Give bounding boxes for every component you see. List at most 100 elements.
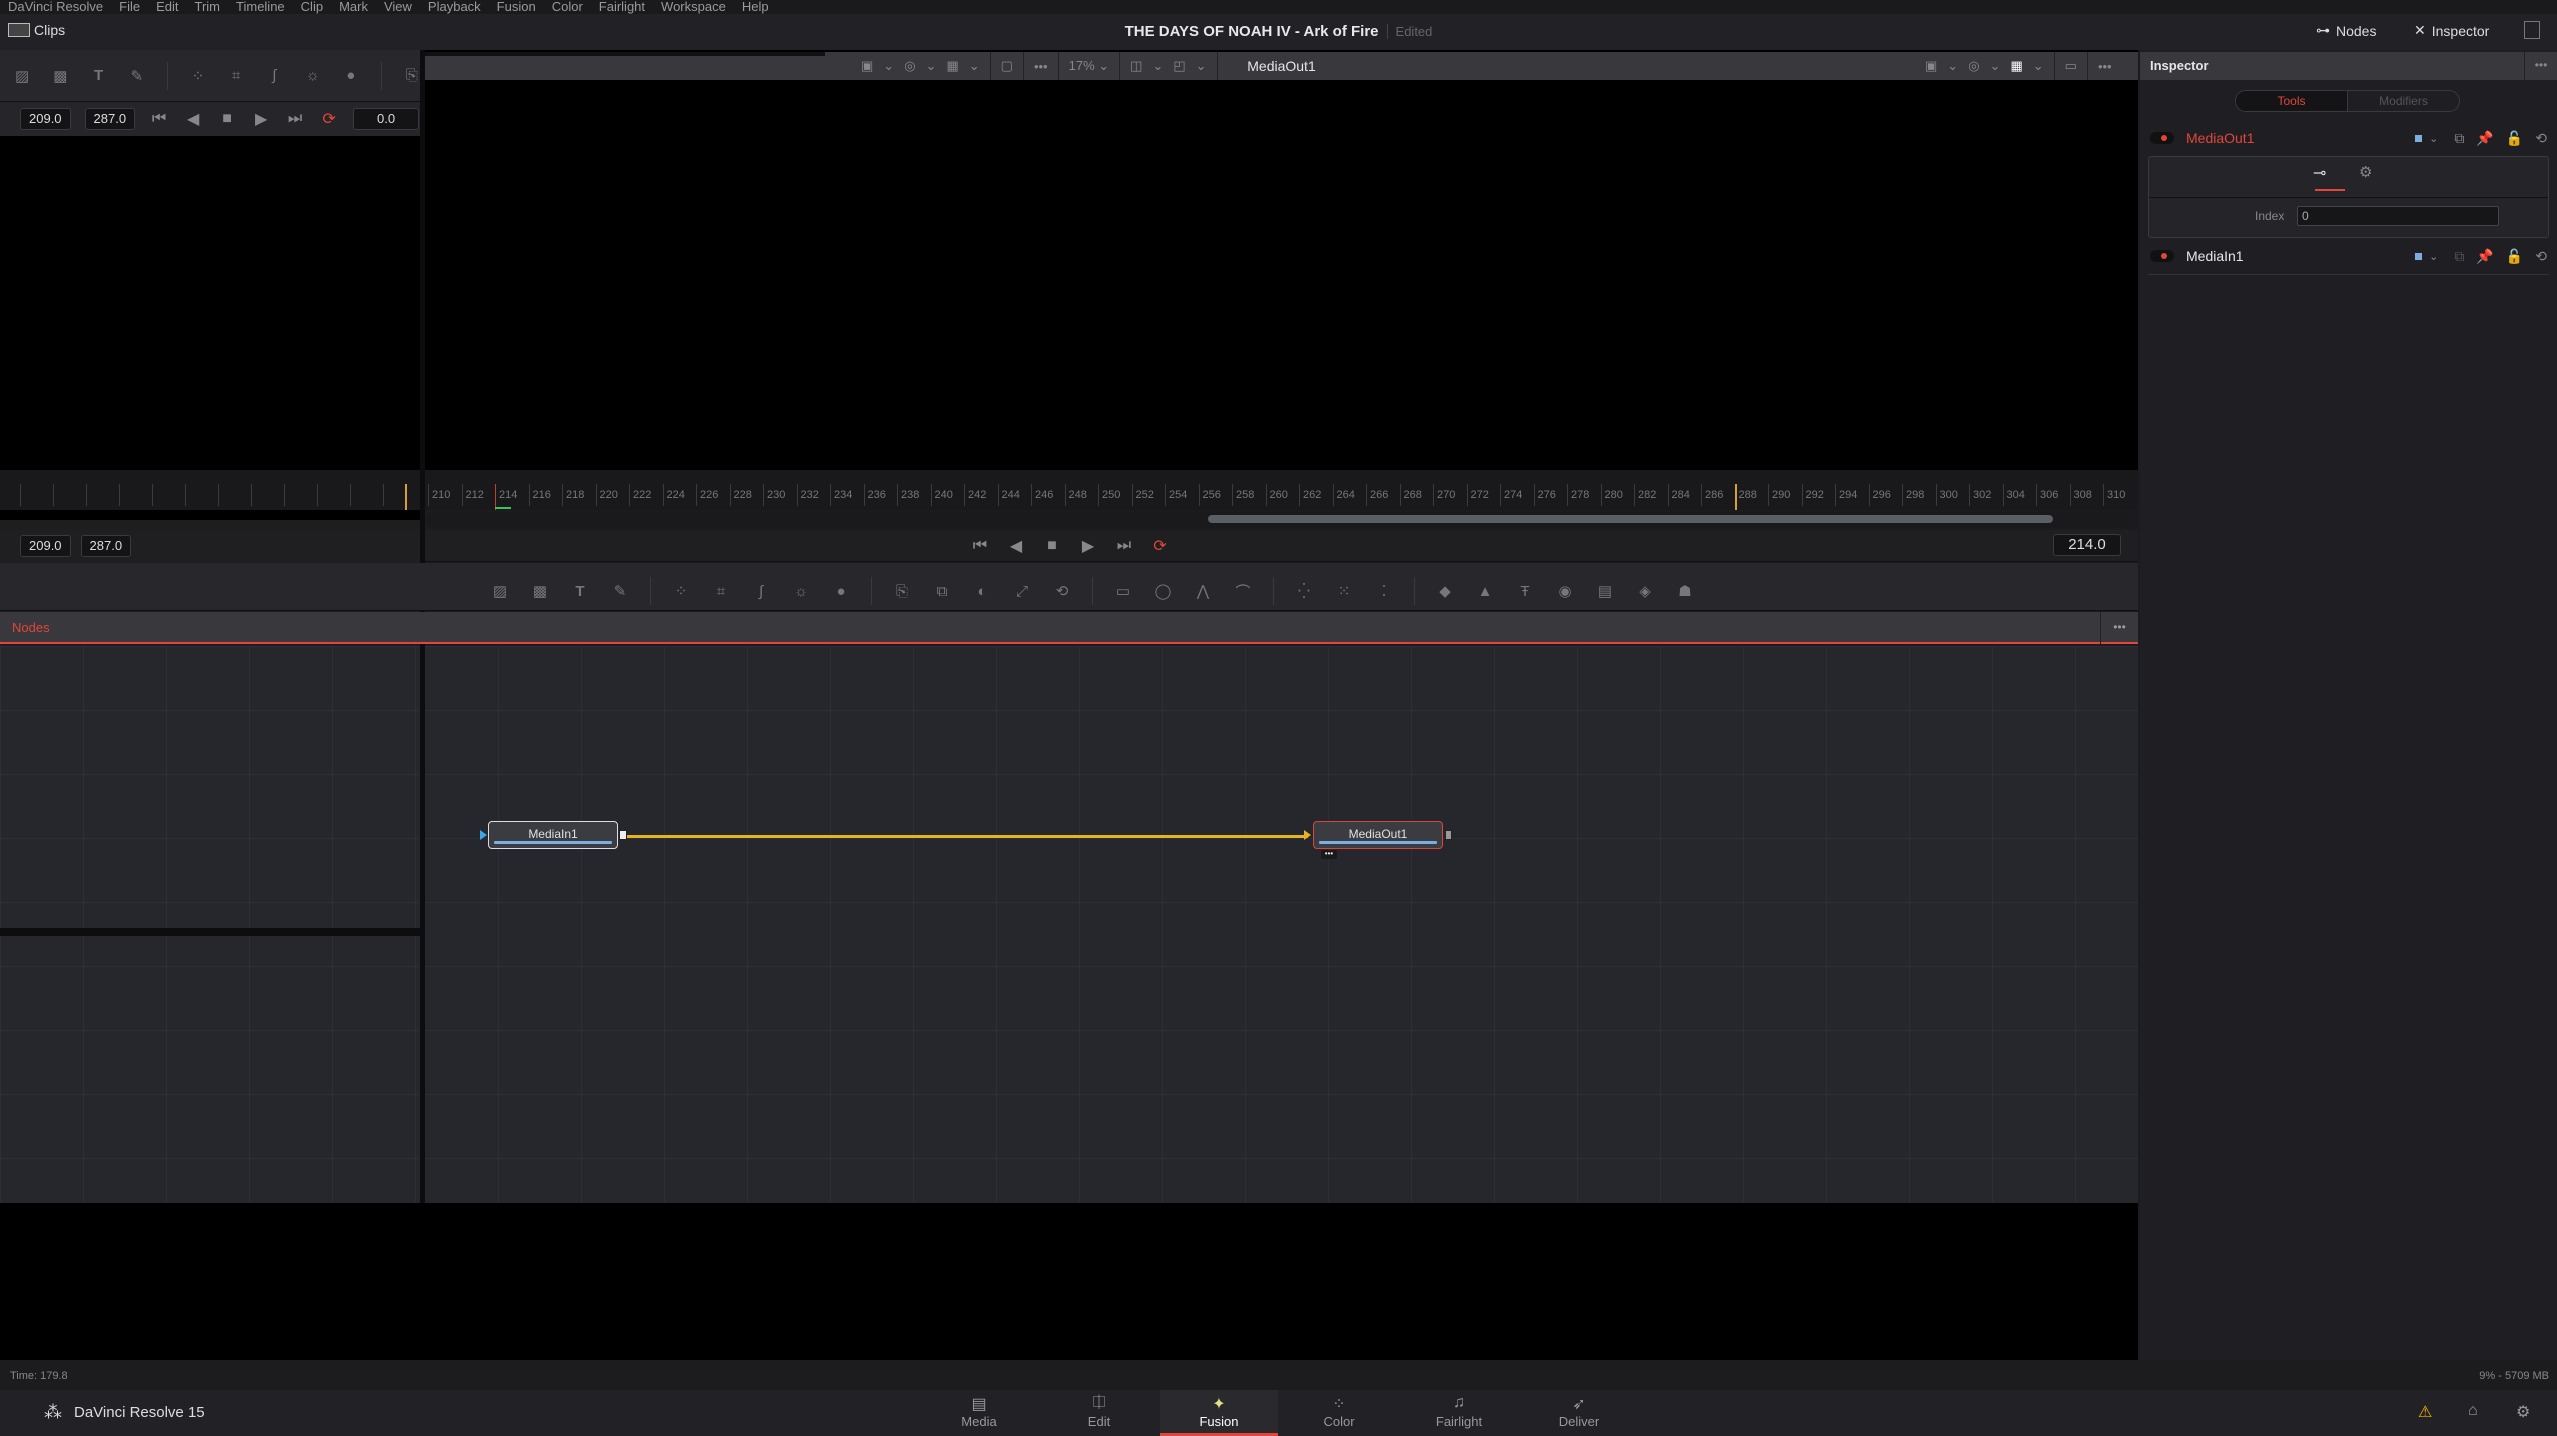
play-icon[interactable]: ▶ (251, 109, 271, 129)
lock-icon[interactable]: 🔓 (2506, 130, 2523, 147)
tool-row-mediaout1[interactable]: MediaOut1 ⌄ ⧉ 📌 🔓 ⟲ (2140, 124, 2557, 152)
go-to-start-icon[interactable]: ⏮ (970, 537, 990, 555)
page-tab-media[interactable]: ▤ Media (920, 1390, 1038, 1436)
blur-tool-icon[interactable]: ⁘ (671, 582, 691, 600)
menu-playback[interactable]: Playback (420, 0, 489, 14)
versions-icon[interactable]: ⧉ (2454, 130, 2464, 147)
text-tool-icon[interactable]: T (90, 67, 106, 85)
clips-button[interactable]: Clips (8, 22, 65, 38)
page-tab-fairlight[interactable]: ♫ Fairlight (1400, 1390, 1518, 1436)
node-connection-line[interactable] (625, 835, 1308, 838)
color-correct-icon[interactable]: ∫ (751, 582, 771, 600)
menu-clip[interactable]: Clip (293, 0, 331, 14)
transform-tool-icon[interactable]: ⤢ (1012, 582, 1032, 600)
channels-icon[interactable]: ◎ (1968, 58, 1979, 74)
paint-tool-icon[interactable]: ✎ (610, 582, 630, 600)
channel-booleans-icon[interactable]: ⧉ (932, 582, 952, 600)
left-playhead-marker[interactable] (405, 484, 407, 510)
particle-render-icon[interactable]: ⁙ (1334, 582, 1354, 600)
reset-icon[interactable]: ⟲ (2535, 248, 2547, 265)
home-icon[interactable]: ⌂ (2468, 1402, 2478, 1420)
particle-emitter-icon[interactable]: ⁛ (1294, 582, 1314, 600)
menu-mark[interactable]: Mark (331, 0, 376, 14)
node-output-port[interactable] (619, 830, 627, 840)
inspector-toggle-button[interactable]: ✕ Inspector (2414, 22, 2489, 39)
brightness-contrast-icon[interactable]: ☼ (791, 582, 811, 600)
background-tool-icon[interactable]: ▨ (490, 582, 510, 600)
scrollbar-thumb[interactable] (1208, 515, 2053, 523)
more-options-icon[interactable]: ••• (2098, 59, 2112, 74)
stop-icon[interactable]: ■ (1042, 537, 1062, 555)
fast-noise-tool-icon[interactable]: ▩ (52, 67, 68, 85)
timeline-scrollbar[interactable] (425, 512, 2138, 528)
menu-timeline[interactable]: Timeline (228, 0, 293, 14)
fast-noise-tool-icon[interactable]: ▩ (530, 582, 550, 600)
tab-tools[interactable]: Tools (2236, 91, 2347, 111)
pin-icon[interactable]: 📌 (2476, 248, 2493, 265)
settings-gear-icon[interactable]: ⚙ (2516, 1402, 2530, 1422)
page-tab-fusion[interactable]: ✦ Fusion (1160, 1390, 1278, 1436)
grid-icon[interactable]: ▦ (2010, 58, 2022, 74)
camera-3d-icon[interactable]: ▤ (1595, 582, 1615, 600)
page-tab-color[interactable]: ⁘ Color (1280, 1390, 1398, 1436)
chevron-down-icon[interactable]: ⌄ (2429, 132, 2438, 145)
left-out-point[interactable]: 287.0 (84, 108, 136, 130)
chevron-down-icon[interactable]: ⌄ (2033, 58, 2044, 74)
versions-icon[interactable]: ⧉ (2454, 248, 2464, 265)
text-3d-icon[interactable]: Ŧ (1515, 582, 1535, 600)
more-options-icon[interactable]: ••• (2524, 52, 2557, 80)
chevron-down-icon[interactable]: ⌄ (1990, 58, 2001, 74)
page-tab-deliver[interactable]: ➶ Deliver (1520, 1390, 1638, 1436)
more-options-icon[interactable]: ••• (2100, 612, 2138, 644)
bspline-mask-icon[interactable]: ⌒ (1233, 582, 1253, 601)
resize-tool-icon[interactable]: ⟲ (1052, 582, 1072, 600)
range-out-point[interactable]: 287.0 (80, 535, 132, 557)
panel-divider-horizontal[interactable] (0, 928, 420, 936)
fit-icon[interactable]: ▭ (2065, 58, 2077, 74)
reset-icon[interactable]: ⟲ (2535, 130, 2547, 147)
node-color-swatch[interactable] (2414, 133, 2424, 143)
menu-app[interactable]: DaVinci Resolve (0, 0, 111, 14)
blur-tool-icon[interactable]: ⁘ (190, 67, 206, 85)
tab-modifiers[interactable]: Modifiers (2347, 91, 2459, 111)
index-input[interactable]: 0 (2297, 206, 2499, 226)
menu-edit[interactable]: Edit (148, 0, 186, 14)
menu-view[interactable]: View (376, 0, 420, 14)
warning-icon[interactable]: ⚠ (2418, 1402, 2432, 1422)
left-current-frame[interactable]: 0.0 (353, 108, 420, 130)
nodes-toggle-button[interactable]: ⊶ Nodes (2316, 22, 2376, 39)
ellipse-mask-icon[interactable]: ◯ (1153, 582, 1173, 600)
menu-file[interactable]: File (111, 0, 148, 14)
settings-tab-icon[interactable]: ⚙ (2359, 163, 2372, 181)
shape-3d-icon[interactable]: ▲ (1475, 582, 1495, 600)
loop-icon[interactable]: ⟳ (1150, 536, 1170, 556)
node-mediaout1[interactable]: MediaOut1 (1313, 821, 1443, 849)
menu-fusion[interactable]: Fusion (489, 0, 544, 14)
lock-icon[interactable]: 🔓 (2506, 248, 2523, 265)
stop-icon[interactable]: ■ (217, 110, 237, 128)
merge-3d-icon[interactable]: ◉ (1555, 582, 1575, 600)
roi-icon[interactable]: ▣ (1925, 58, 1937, 74)
menu-color[interactable]: Color (544, 0, 591, 14)
merge-tool-icon[interactable]: ⎘ (892, 582, 912, 600)
color-correct-icon[interactable]: ∫ (266, 67, 282, 85)
go-to-end-icon[interactable]: ⏭ (285, 110, 305, 128)
out-point-marker[interactable] (1734, 484, 1737, 510)
play-reverse-icon[interactable]: ◀ (183, 109, 203, 129)
go-to-start-icon[interactable]: ⏮ (149, 110, 169, 128)
paint-tool-icon[interactable]: ✎ (129, 67, 145, 85)
node-editor-canvas[interactable] (0, 646, 2138, 1203)
play-icon[interactable]: ▶ (1078, 536, 1098, 556)
tool-enable-toggle[interactable] (2150, 250, 2174, 262)
background-tool-icon[interactable]: ▨ (14, 67, 30, 85)
left-in-point[interactable]: 209.0 (20, 108, 71, 130)
output-tab-icon[interactable]: ⊸ (2313, 163, 2326, 183)
image-plane-3d-icon[interactable]: ◆ (1435, 582, 1455, 600)
menu-workspace[interactable]: Workspace (653, 0, 734, 14)
color-drop-icon[interactable]: ● (343, 67, 359, 85)
rectangle-mask-icon[interactable]: ▭ (1113, 582, 1133, 600)
go-to-end-icon[interactable]: ⏭ (1114, 537, 1134, 555)
merge-tool-icon[interactable]: ⎘ (404, 67, 420, 85)
color-curves-icon[interactable]: ⌗ (711, 582, 731, 600)
tool-enable-toggle[interactable] (2150, 132, 2174, 144)
